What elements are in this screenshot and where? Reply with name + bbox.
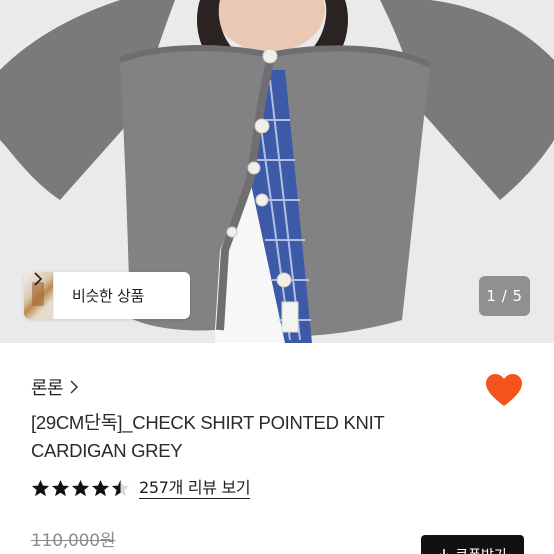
chevron-right-icon [70, 380, 79, 394]
brand-name: 론론 [31, 378, 64, 399]
original-price: 110,000원 [31, 531, 116, 551]
review-link[interactable]: 257개 리뷰 보기 [139, 478, 251, 499]
similar-products-button[interactable]: 비슷한 상품 [24, 272, 190, 319]
heart-icon[interactable] [486, 374, 522, 407]
chevron-right-icon [34, 272, 43, 286]
gallery-page-indicator: 1 / 5 [479, 276, 530, 316]
coupon-button[interactable]: 쿠폰받기 [421, 535, 524, 554]
rating-row: 257개 리뷰 보기 [31, 478, 251, 499]
product-title: [29CM단독]_CHECK SHIRT POINTED KNIT CARDIG… [31, 412, 385, 461]
similar-products-label: 비슷한 상품 [72, 287, 144, 305]
half-star-icon [111, 479, 130, 497]
star-icon [51, 479, 70, 497]
product-image[interactable]: 비슷한 상품 1 / 5 [0, 0, 554, 343]
download-icon [440, 549, 449, 554]
star-icon [31, 479, 50, 497]
star-rating [31, 479, 130, 498]
star-icon [71, 479, 90, 497]
brand-link[interactable]: 론론 [31, 374, 79, 400]
coupon-label: 쿠폰받기 [455, 545, 507, 554]
star-icon [91, 479, 110, 497]
